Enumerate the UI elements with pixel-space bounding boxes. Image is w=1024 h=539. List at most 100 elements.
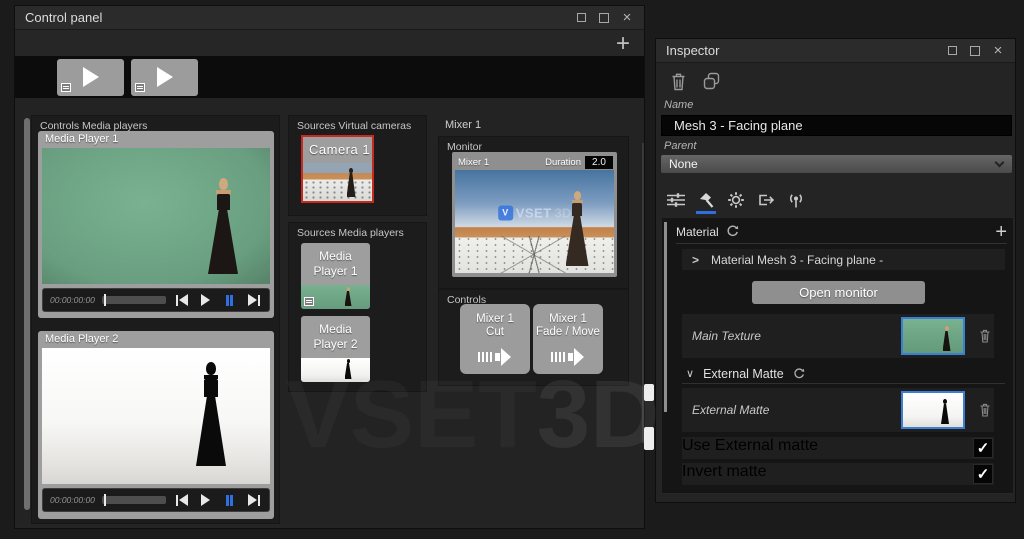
add-panel-button[interactable]: + <box>616 32 630 56</box>
skip-end-button[interactable] <box>245 493 262 508</box>
camera-1-source[interactable]: Camera 1 <box>301 135 374 203</box>
pause-button[interactable] <box>221 293 238 308</box>
delete-object-icon[interactable] <box>670 72 687 91</box>
play-icon <box>83 67 99 87</box>
material-item-label: Material Mesh 3 - Facing plane - <box>711 252 884 267</box>
mixer-section-label: Mixer 1 <box>445 119 482 131</box>
restore-window-icon[interactable] <box>574 10 591 25</box>
tab-export[interactable] <box>754 187 778 213</box>
playhead[interactable] <box>103 494 106 506</box>
media-clip-icon <box>135 83 145 92</box>
open-monitor-button[interactable]: Open monitor <box>752 281 925 304</box>
scene-person <box>564 191 590 267</box>
mixer-monitor-title: Mixer 1 <box>458 156 490 168</box>
vset3d-logo: V VSET 3D <box>497 205 571 221</box>
thumb-silhouette <box>941 399 949 425</box>
inspector-title: Inspector <box>666 43 720 58</box>
use-external-matte-checkbox[interactable]: ✓ <box>973 438 993 458</box>
invert-matte-checkbox[interactable]: ✓ <box>973 464 993 484</box>
media-clip-icon <box>61 83 71 92</box>
external-matte-label: External Matte <box>692 403 770 417</box>
mixer-monitor-preview: V VSET 3D <box>455 170 614 273</box>
media-players-group: Controls Media players Media Player 1 00 <box>31 115 280 524</box>
main-texture-thumbnail[interactable] <box>901 317 965 355</box>
media-clip-icon <box>304 297 314 306</box>
left-scrollbar[interactable] <box>24 118 30 510</box>
material-panel: Material + > Material Mesh 3 - Facing pl… <box>661 217 1014 494</box>
transition-arrow-icon <box>551 347 585 366</box>
play-button[interactable] <box>197 493 214 508</box>
external-matte-section-header[interactable]: ∨ External Matte <box>682 364 1005 384</box>
close-window-icon[interactable]: × <box>991 43 1005 58</box>
source-media-player-1[interactable]: Media Player 1 <box>301 243 370 309</box>
media-player-1-panel: Media Player 1 00:00:00:00 <box>38 131 274 318</box>
control-panel-title: Control panel <box>25 10 103 25</box>
refresh-icon[interactable] <box>793 367 805 380</box>
media-player-2-panel: Media Player 2 00:00:00:00 <box>38 331 274 519</box>
play-all-button-2[interactable] <box>131 59 198 96</box>
tab-properties[interactable] <box>664 187 688 213</box>
mixer-monitor-group: Monitor Mixer 1 Duration 2.0 V VSET 3D <box>438 136 629 289</box>
play-button[interactable] <box>197 293 214 308</box>
seek-bar[interactable] <box>101 494 166 506</box>
chevron-right-icon: > <box>692 252 700 267</box>
source-media-player-2[interactable]: Media Player 2 <box>301 316 370 382</box>
sources-media-group-label: Sources Media players <box>297 227 404 239</box>
seek-bar[interactable] <box>101 294 166 306</box>
sources-media-group: Sources Media players Media Player 1 Med… <box>288 222 427 392</box>
timecode: 00:00:00:00 <box>50 495 95 505</box>
virtual-cameras-group-label: Sources Virtual cameras <box>297 120 412 132</box>
duplicate-object-icon[interactable] <box>702 72 721 91</box>
play-all-button-1[interactable] <box>57 59 124 96</box>
camera-1-label: Camera 1 <box>309 142 371 157</box>
mixer-monitor: Mixer 1 Duration 2.0 V VSET 3D <box>452 152 617 277</box>
control-panel-titlebar: Control panel × <box>15 6 644 30</box>
maximize-window-icon[interactable] <box>597 11 611 25</box>
chevron-open-icon: ∨ <box>686 368 695 380</box>
floor-grid <box>455 235 614 273</box>
restore-window-icon[interactable] <box>945 43 962 58</box>
name-label: Name <box>664 99 694 111</box>
material-header-label: Material <box>676 224 719 239</box>
control-panel-content: Controls Media players Media Player 1 00 <box>15 98 644 524</box>
pause-button[interactable] <box>221 493 238 508</box>
chevron-down-icon <box>994 157 1005 168</box>
media-player-1-title: Media Player 1 <box>45 133 119 145</box>
clear-matte-icon[interactable] <box>979 403 991 417</box>
parent-label: Parent <box>664 140 697 152</box>
right-scrollbar[interactable] <box>642 143 644 443</box>
clear-texture-icon[interactable] <box>979 329 991 343</box>
launch-button-strip <box>15 56 644 98</box>
tab-build-hammer[interactable] <box>694 187 718 214</box>
source-media-player-1-preview <box>301 285 370 309</box>
material-item-row[interactable]: > Material Mesh 3 - Facing plane - <box>682 249 1005 270</box>
mixer-controls-group: Controls Mixer 1 Cut Mixer 1 Fade / Move <box>438 289 629 386</box>
skip-start-button[interactable] <box>173 493 190 508</box>
media-player-2-controls: 00:00:00:00 <box>42 488 270 512</box>
external-matte-thumbnail[interactable] <box>901 391 965 429</box>
parent-dropdown[interactable]: None <box>661 155 1012 173</box>
skip-end-button[interactable] <box>245 293 262 308</box>
inspector-window: Inspector × Name Parent None <box>655 38 1016 503</box>
control-panel-window: Control panel × + Controls Media players… <box>14 5 645 529</box>
name-input[interactable] <box>661 115 1012 136</box>
camera-1-preview <box>303 163 372 201</box>
refresh-icon[interactable] <box>726 225 739 238</box>
duration-label: Duration <box>545 156 581 168</box>
tab-broadcast-antenna[interactable] <box>784 187 808 213</box>
add-material-button[interactable]: + <box>995 222 1007 242</box>
close-window-icon[interactable]: × <box>620 10 634 25</box>
maximize-window-icon[interactable] <box>968 44 982 58</box>
watermark-highlight <box>644 427 654 450</box>
control-panel-toolbar <box>15 30 644 56</box>
desktop: Control panel × + Controls Media players… <box>0 0 1024 539</box>
mixer-cut-button[interactable]: Mixer 1 Cut <box>460 304 530 374</box>
playhead[interactable] <box>103 294 106 306</box>
use-external-matte-row: Use External matte ✓ <box>682 437 994 459</box>
mixer-fade-move-button[interactable]: Mixer 1 Fade / Move <box>533 304 603 374</box>
duration-value[interactable]: 2.0 <box>585 155 613 169</box>
tab-settings-gear[interactable] <box>724 187 748 213</box>
media-player-2-title: Media Player 2 <box>45 333 119 345</box>
inspector-scrollbar[interactable] <box>664 222 667 412</box>
skip-start-button[interactable] <box>173 293 190 308</box>
